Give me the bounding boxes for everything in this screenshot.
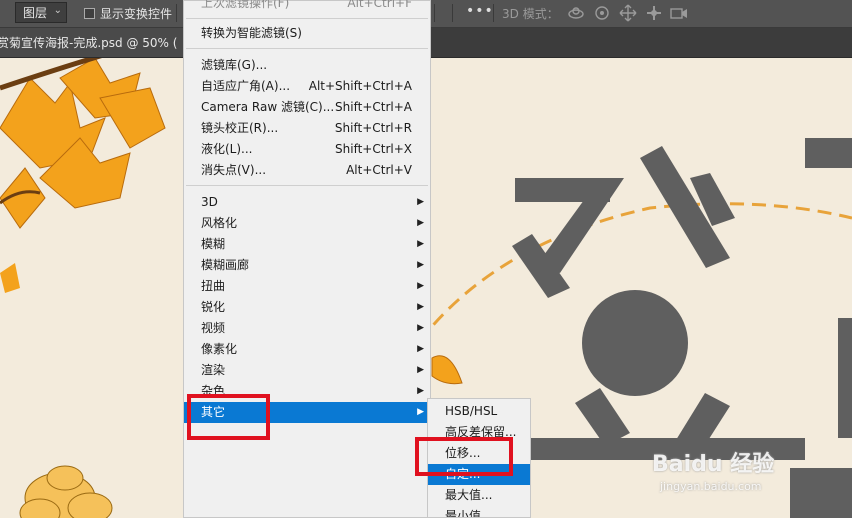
- menu-item-label: 像素化: [201, 342, 238, 356]
- menu-item-label: 镜头校正(R)...: [201, 121, 279, 135]
- menu-item-label: 锐化: [201, 300, 226, 314]
- annotation-box-offset: [415, 437, 513, 476]
- submenu-item-blur[interactable]: 模糊 ▶: [184, 234, 430, 255]
- menu-item-label: Camera Raw 滤镜(C)...: [201, 100, 335, 114]
- submenu-arrow-icon: ▶: [417, 365, 424, 375]
- menu-item-label: 渲染: [201, 363, 226, 377]
- submenu-arrow-icon: ▶: [417, 260, 424, 270]
- menu-item-label: HSB/HSL: [445, 404, 498, 418]
- menu-separator: [186, 18, 428, 19]
- auto-select-dropdown[interactable]: 图层 ⌄: [15, 2, 67, 23]
- submenu-arrow-icon: ▶: [417, 239, 424, 249]
- submenu-arrow-icon: ▶: [417, 323, 424, 333]
- menu-item-shortcut: Shift+Ctrl+R: [334, 121, 412, 135]
- menu-item-label: 扭曲: [201, 279, 226, 293]
- baidu-watermark-url: jingyan.baidu.com: [660, 480, 762, 493]
- submenu-item-video[interactable]: 视频 ▶: [184, 318, 430, 339]
- submenu-item-maximum[interactable]: 最大值...: [428, 485, 530, 506]
- submenu-item-stylize[interactable]: 风格化 ▶: [184, 213, 430, 234]
- menu-item-shortcut: Shift+Ctrl+A: [335, 100, 412, 114]
- menu-item-shortcut: Shift+Ctrl+X: [335, 142, 412, 156]
- camera-3d-icon[interactable]: [670, 4, 688, 22]
- chevron-down-icon: ⌄: [53, 5, 62, 16]
- menu-item-label: 上次滤镜操作(F): [201, 0, 290, 10]
- roll-3d-icon[interactable]: [593, 4, 611, 22]
- menu-item-label: 自适应广角(A)...: [201, 79, 291, 93]
- submenu-item-3d[interactable]: 3D ▶: [184, 192, 430, 213]
- submenu-item-hsb-hsl[interactable]: HSB/HSL: [428, 401, 530, 422]
- submenu-arrow-icon: ▶: [417, 386, 424, 396]
- toolbar-divider: [452, 4, 453, 22]
- submenu-arrow-icon: ▶: [417, 218, 424, 228]
- submenu-item-sharpen[interactable]: 锐化 ▶: [184, 297, 430, 318]
- submenu-item-render[interactable]: 渲染 ▶: [184, 360, 430, 381]
- menu-item-label: 最大值...: [445, 488, 493, 502]
- menu-item-filter-gallery[interactable]: 滤镜库(G)...: [184, 55, 430, 76]
- menu-item-label: 液化(L)...: [201, 142, 253, 156]
- document-tab[interactable]: 赏菊宣传海报-完成.psd @ 50% (: [0, 28, 190, 57]
- menu-item-label: 3D: [201, 195, 218, 209]
- menu-item-shortcut: Alt+Ctrl+V: [346, 163, 412, 177]
- menu-item-label: 消失点(V)...: [201, 163, 267, 177]
- menu-separator: [186, 48, 428, 49]
- menu-item-shortcut: Alt+Ctrl+F: [347, 0, 412, 10]
- document-title: 赏菊宣传海报-完成.psd @ 50% (: [0, 36, 178, 50]
- mode-3d-label: 3D 模式：: [502, 7, 559, 21]
- toolbar-divider: [434, 4, 435, 22]
- menu-item-camera-raw[interactable]: Camera Raw 滤镜(C)... Shift+Ctrl+A: [184, 97, 430, 118]
- submenu-arrow-icon: ▶: [417, 197, 424, 207]
- menu-item-vanishing-point[interactable]: 消失点(V)... Alt+Ctrl+V: [184, 160, 430, 181]
- menu-item-last-filter[interactable]: 上次滤镜操作(F) Alt+Ctrl+F: [184, 0, 430, 14]
- submenu-arrow-icon: ▶: [417, 281, 424, 291]
- show-transform-checkbox[interactable]: [84, 8, 95, 19]
- pan-3d-icon[interactable]: [619, 4, 637, 22]
- menu-item-liquify[interactable]: 液化(L)... Shift+Ctrl+X: [184, 139, 430, 160]
- menu-item-label: 视频: [201, 321, 226, 335]
- auto-select-value: 图层: [23, 6, 48, 20]
- show-transform-controls[interactable]: 显示变换控件: [84, 5, 172, 22]
- menu-item-shortcut: Alt+Shift+Ctrl+A: [308, 79, 412, 93]
- orbit-3d-icon[interactable]: [567, 4, 585, 22]
- menu-item-adaptive-wide-angle[interactable]: 自适应广角(A)... Alt+Shift+Ctrl+A: [184, 76, 430, 97]
- menu-item-lens-correction[interactable]: 镜头校正(R)... Shift+Ctrl+R: [184, 118, 430, 139]
- submenu-item-blur-gallery[interactable]: 模糊画廊 ▶: [184, 255, 430, 276]
- show-transform-label: 显示变换控件: [100, 7, 173, 21]
- submenu-arrow-icon: ▶: [417, 344, 424, 354]
- annotation-box-other: [187, 394, 270, 440]
- menu-item-label: 模糊: [201, 237, 226, 251]
- baidu-watermark-brand: Baidu 经验: [652, 452, 775, 477]
- menu-item-label: 最小值...: [445, 509, 493, 518]
- submenu-item-minimum[interactable]: 最小值...: [428, 506, 530, 518]
- toolbar-divider: [493, 4, 494, 22]
- menu-item-label: 转换为智能滤镜(S): [201, 26, 302, 40]
- toolbar-divider: [176, 4, 177, 22]
- submenu-arrow-icon: ▶: [417, 407, 424, 417]
- menu-item-label: 模糊画廊: [201, 258, 250, 272]
- filter-menu: 上次滤镜操作(F) Alt+Ctrl+F 转换为智能滤镜(S) 滤镜库(G)..…: [183, 0, 431, 518]
- menu-item-label: 滤镜库(G)...: [201, 58, 268, 72]
- submenu-arrow-icon: ▶: [417, 302, 424, 312]
- more-options-button[interactable]: •••: [466, 3, 494, 19]
- menu-separator: [186, 185, 428, 186]
- submenu-item-distort[interactable]: 扭曲 ▶: [184, 276, 430, 297]
- slide-3d-icon[interactable]: [645, 4, 663, 22]
- menu-item-label: 风格化: [201, 216, 238, 230]
- menu-item-convert-smart-filter[interactable]: 转换为智能滤镜(S): [184, 23, 430, 44]
- submenu-item-pixelate[interactable]: 像素化 ▶: [184, 339, 430, 360]
